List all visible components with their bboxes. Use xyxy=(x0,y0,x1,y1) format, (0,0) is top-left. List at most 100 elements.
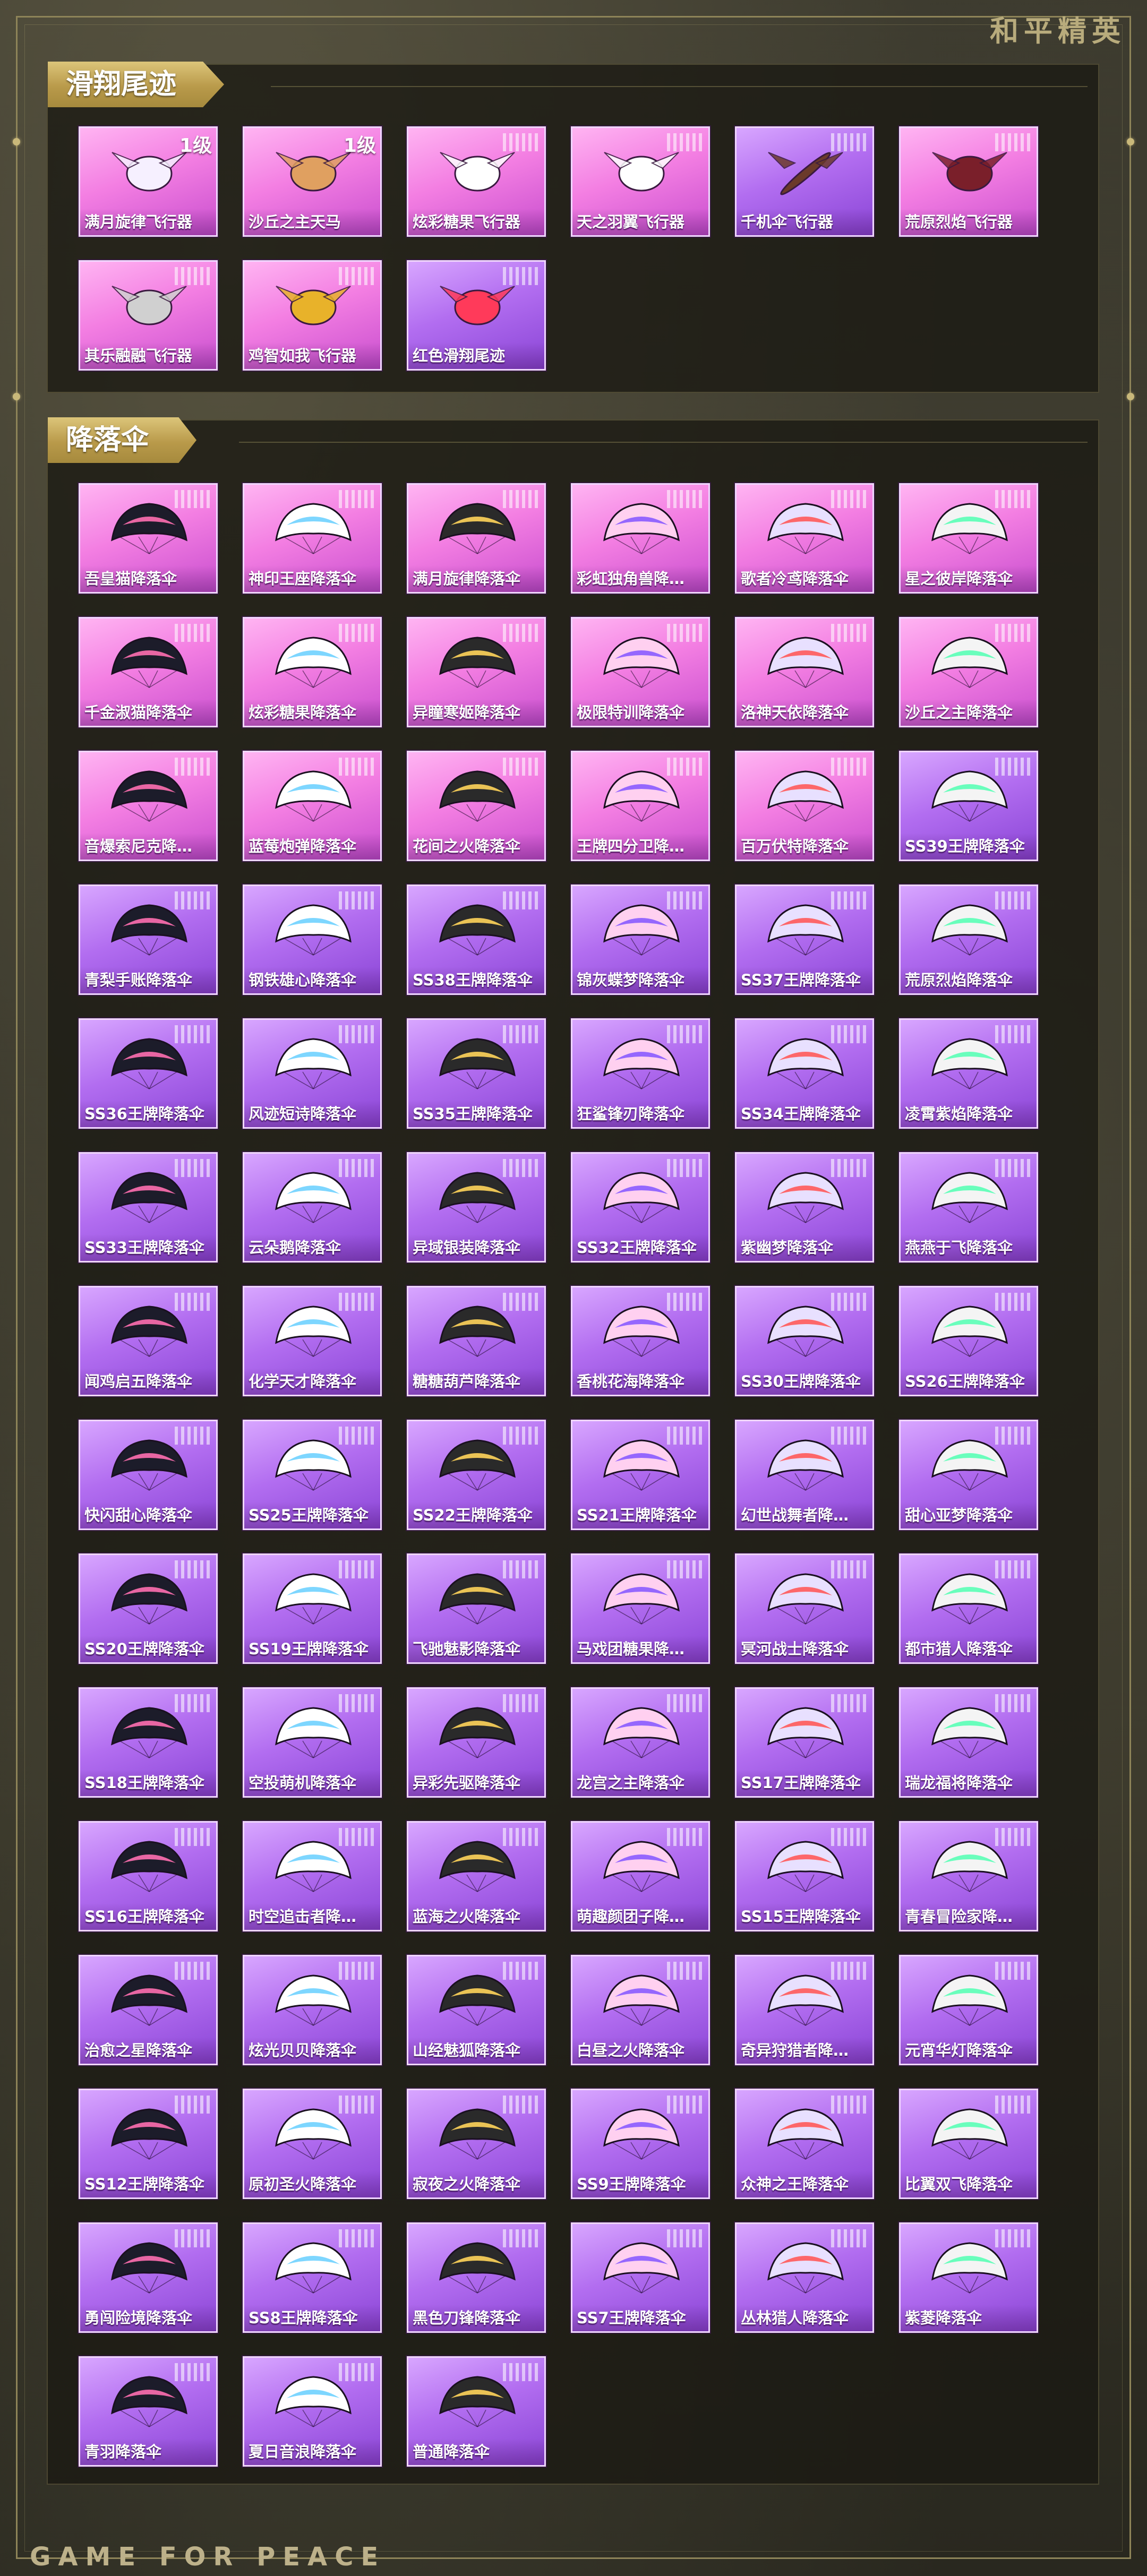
item-card[interactable]: 歌者冷鸢降落伞 xyxy=(735,483,874,594)
item-card[interactable]: SS37王牌降落伞 xyxy=(735,885,874,995)
item-card[interactable]: 风迹短诗降落伞 xyxy=(243,1018,382,1129)
item-card[interactable]: SS18王牌降落伞 xyxy=(79,1687,218,1798)
item-card[interactable]: 王牌四分卫降… xyxy=(571,751,710,861)
item-card[interactable]: SS22王牌降落伞 xyxy=(407,1420,546,1530)
item-card[interactable]: 异彩先驱降落伞 xyxy=(407,1687,546,1798)
item-card[interactable]: 时空追击者降… xyxy=(243,1821,382,1931)
item-card[interactable]: 异域银装降落伞 xyxy=(407,1152,546,1263)
item-card[interactable]: 极限特训降落伞 xyxy=(571,617,710,727)
item-card[interactable]: 钢铁雄心降落伞 xyxy=(243,885,382,995)
item-card[interactable]: SS36王牌降落伞 xyxy=(79,1018,218,1129)
item-card[interactable]: 炫光贝贝降落伞 xyxy=(243,1955,382,2065)
item-card[interactable]: 紫菱降落伞 xyxy=(899,2222,1038,2333)
item-card[interactable]: 洛神天依降落伞 xyxy=(735,617,874,727)
item-card[interactable]: 吾皇猫降落伞 xyxy=(79,483,218,594)
item-card[interactable]: 紫幽梦降落伞 xyxy=(735,1152,874,1263)
footer-brand-text: GAME FOR PEACE xyxy=(30,2542,386,2572)
item-card[interactable]: 治愈之星降落伞 xyxy=(79,1955,218,2065)
item-card[interactable]: 狂鲨锋刃降落伞 xyxy=(571,1018,710,1129)
item-card[interactable]: SS39王牌降落伞 xyxy=(899,751,1038,861)
item-card[interactable]: 化学天才降落伞 xyxy=(243,1286,382,1396)
item-card[interactable]: 沙丘之主降落伞 xyxy=(899,617,1038,727)
item-card[interactable]: 蓝莓炮弹降落伞 xyxy=(243,751,382,861)
item-card[interactable]: SS8王牌降落伞 xyxy=(243,2222,382,2333)
item-card[interactable]: 普通降落伞 xyxy=(407,2356,546,2467)
item-card[interactable]: 炫彩糖果飞行器 xyxy=(407,126,546,237)
item-card[interactable]: 燕燕于飞降落伞 xyxy=(899,1152,1038,1263)
item-card[interactable]: 闻鸡启五降落伞 xyxy=(79,1286,218,1396)
item-card[interactable]: 凌霄紫焰降落伞 xyxy=(899,1018,1038,1129)
item-card[interactable]: 青春冒险家降… xyxy=(899,1821,1038,1931)
item-card[interactable]: 奇异狩猎者降… xyxy=(735,1955,874,2065)
item-card[interactable]: SS16王牌降落伞 xyxy=(79,1821,218,1931)
item-card[interactable]: 花间之火降落伞 xyxy=(407,751,546,861)
item-card[interactable]: 云朵鹅降落伞 xyxy=(243,1152,382,1263)
item-card[interactable]: 蓝海之火降落伞 xyxy=(407,1821,546,1931)
item-card[interactable]: 丛林猎人降落伞 xyxy=(735,2222,874,2333)
item-card[interactable]: SS25王牌降落伞 xyxy=(243,1420,382,1530)
item-card[interactable]: 荒原烈焰飞行器 xyxy=(899,126,1038,237)
item-card[interactable]: 众神之王降落伞 xyxy=(735,2089,874,2199)
parachute-icon xyxy=(275,770,352,822)
item-card[interactable]: 彩虹独角兽降… xyxy=(571,483,710,594)
item-card[interactable]: 龙宫之主降落伞 xyxy=(571,1687,710,1798)
item-card[interactable]: 神印王座降落伞 xyxy=(243,483,382,594)
item-card[interactable]: SS26王牌降落伞 xyxy=(899,1286,1038,1396)
item-card[interactable]: 萌趣颜团子降… xyxy=(571,1821,710,1931)
item-card[interactable]: 快闪甜心降落伞 xyxy=(79,1420,218,1530)
item-card[interactable]: 飞驰魅影降落伞 xyxy=(407,1553,546,1664)
item-card[interactable]: 幻世战舞者降… xyxy=(735,1420,874,1530)
item-card[interactable]: 音爆索尼克降… xyxy=(79,751,218,861)
item-card[interactable]: 红色滑翔尾迹 xyxy=(407,260,546,371)
item-card[interactable]: 原初圣火降落伞 xyxy=(243,2089,382,2199)
item-card[interactable]: 异瞳寒姬降落伞 xyxy=(407,617,546,727)
item-card[interactable]: 百万伏特降落伞 xyxy=(735,751,874,861)
item-card[interactable]: SS20王牌降落伞 xyxy=(79,1553,218,1664)
item-card[interactable]: SS15王牌降落伞 xyxy=(735,1821,874,1931)
item-card[interactable]: SS33王牌降落伞 xyxy=(79,1152,218,1263)
item-card[interactable]: 青梨手账降落伞 xyxy=(79,885,218,995)
item-card[interactable]: 青羽降落伞 xyxy=(79,2356,218,2467)
item-card[interactable]: 满月旋律降落伞 xyxy=(407,483,546,594)
item-card[interactable]: SS17王牌降落伞 xyxy=(735,1687,874,1798)
item-name: 满月旋律降落伞 xyxy=(408,565,544,592)
item-card[interactable]: SS12王牌降落伞 xyxy=(79,2089,218,2199)
item-card[interactable]: 山经魅狐降落伞 xyxy=(407,1955,546,2065)
item-card[interactable]: SS30王牌降落伞 xyxy=(735,1286,874,1396)
item-card[interactable]: 甜心亚梦降落伞 xyxy=(899,1420,1038,1530)
item-card[interactable]: 天之羽翼飞行器 xyxy=(571,126,710,237)
item-card[interactable]: 寂夜之火降落伞 xyxy=(407,2089,546,2199)
item-card[interactable]: SS34王牌降落伞 xyxy=(735,1018,874,1129)
item-card[interactable]: 锦灰蝶梦降落伞 xyxy=(571,885,710,995)
item-card[interactable]: 鸡智如我飞行器 xyxy=(243,260,382,371)
item-card[interactable]: 1级 满月旋律飞行器 xyxy=(79,126,218,237)
item-card[interactable]: 马戏团糖果降… xyxy=(571,1553,710,1664)
item-card[interactable]: 元宵华灯降落伞 xyxy=(899,1955,1038,2065)
item-card[interactable]: 炫彩糖果降落伞 xyxy=(243,617,382,727)
item-card[interactable]: 比翼双飞降落伞 xyxy=(899,2089,1038,2199)
item-card[interactable]: 星之彼岸降落伞 xyxy=(899,483,1038,594)
item-card[interactable]: SS32王牌降落伞 xyxy=(571,1152,710,1263)
item-card[interactable]: 其乐融融飞行器 xyxy=(79,260,218,371)
item-card[interactable]: 1级 沙丘之主天马 xyxy=(243,126,382,237)
item-card[interactable]: 夏日音浪降落伞 xyxy=(243,2356,382,2467)
item-card[interactable]: 糖糖葫芦降落伞 xyxy=(407,1286,546,1396)
item-card[interactable]: 荒原烈焰降落伞 xyxy=(899,885,1038,995)
item-card[interactable]: 空投萌机降落伞 xyxy=(243,1687,382,1798)
item-card[interactable]: 冥河战士降落伞 xyxy=(735,1553,874,1664)
item-card[interactable]: SS19王牌降落伞 xyxy=(243,1553,382,1664)
item-card[interactable]: 千机伞飞行器 xyxy=(735,126,874,237)
item-card[interactable]: SS7王牌降落伞 xyxy=(571,2222,710,2333)
item-card[interactable]: 千金淑猫降落伞 xyxy=(79,617,218,727)
item-card[interactable]: 白昼之火降落伞 xyxy=(571,1955,710,2065)
item-card[interactable]: 都市猎人降落伞 xyxy=(899,1553,1038,1664)
item-card[interactable]: 黑色刀锋降落伞 xyxy=(407,2222,546,2333)
item-card[interactable]: SS9王牌降落伞 xyxy=(571,2089,710,2199)
item-card[interactable]: 瑞龙福将降落伞 xyxy=(899,1687,1038,1798)
item-card[interactable]: SS35王牌降落伞 xyxy=(407,1018,546,1129)
item-card[interactable]: 香桃花海降落伞 xyxy=(571,1286,710,1396)
item-card[interactable]: SS21王牌降落伞 xyxy=(571,1420,710,1530)
item-card[interactable]: 勇闯险境降落伞 xyxy=(79,2222,218,2333)
level-badge: 1级 xyxy=(179,135,212,157)
item-card[interactable]: SS38王牌降落伞 xyxy=(407,885,546,995)
